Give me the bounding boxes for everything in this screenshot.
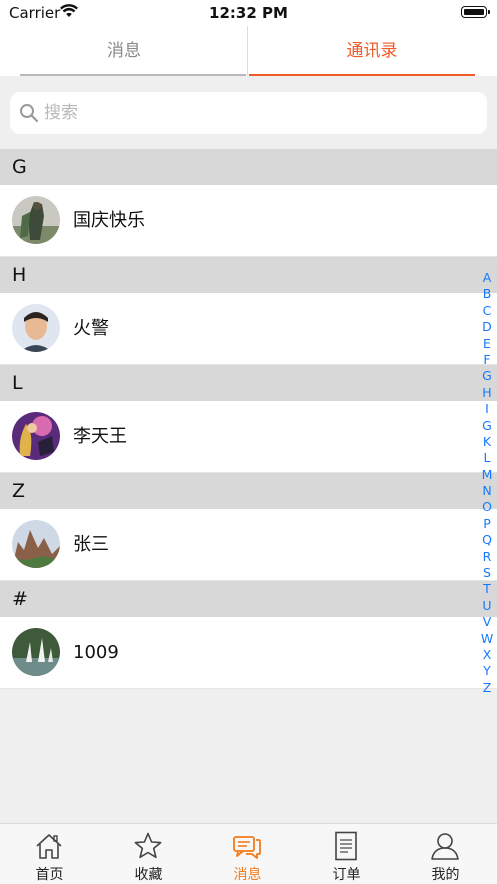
index-letter[interactable]: H	[477, 385, 497, 401]
tab-contacts-underline	[249, 74, 475, 76]
section-letter: #	[12, 588, 28, 610]
section-letter: G	[12, 156, 27, 178]
index-letter[interactable]: N	[477, 483, 497, 499]
battery-icon	[461, 6, 490, 18]
index-letter[interactable]: C	[477, 303, 497, 319]
tab-contacts[interactable]: 通讯录	[248, 26, 496, 76]
index-letter[interactable]: W	[477, 631, 497, 647]
index-letter[interactable]: L	[477, 450, 497, 466]
index-letter[interactable]: G	[477, 418, 497, 434]
section-header-h: H	[0, 257, 497, 293]
tab-messages[interactable]: 消息	[0, 26, 248, 76]
contact-name: 李天王	[73, 426, 127, 447]
index-letter[interactable]: M	[477, 467, 497, 483]
section-header-z: Z	[0, 473, 497, 509]
section-letter: H	[12, 264, 27, 286]
home-icon	[36, 834, 62, 859]
section-letter: Z	[12, 480, 26, 502]
chat-icon	[233, 836, 261, 859]
index-letter[interactable]: P	[477, 516, 497, 532]
search-input[interactable]: 搜索	[10, 92, 487, 134]
section-letter: L	[12, 372, 23, 394]
clock: 12:32 PM	[209, 4, 288, 22]
index-letter[interactable]: X	[477, 647, 497, 663]
search-icon	[20, 104, 39, 123]
index-letter[interactable]: T	[477, 581, 497, 597]
alphabet-index[interactable]: A B C D E F G H I G K L M N O P Q R S T …	[477, 270, 497, 696]
contact-row[interactable]: 1009	[0, 617, 497, 689]
top-tabs: 消息 通讯录	[0, 26, 497, 76]
avatar	[12, 196, 60, 244]
index-letter[interactable]: B	[477, 286, 497, 302]
contact-name: 1009	[73, 642, 119, 663]
index-letter[interactable]: F	[477, 352, 497, 368]
star-icon	[134, 832, 162, 859]
search-placeholder: 搜索	[44, 103, 78, 123]
index-letter[interactable]: D	[477, 319, 497, 335]
person-icon	[431, 833, 459, 860]
index-letter[interactable]: E	[477, 336, 497, 352]
tab-home[interactable]: 首页	[0, 824, 99, 884]
tab-label: 消息	[233, 867, 262, 883]
contact-row[interactable]: 火警	[0, 293, 497, 365]
index-letter[interactable]: K	[477, 434, 497, 450]
index-letter[interactable]: R	[477, 549, 497, 565]
contact-row[interactable]: 李天王	[0, 401, 497, 473]
index-letter[interactable]: Q	[477, 532, 497, 548]
tab-label: 收藏	[134, 867, 163, 883]
avatar	[12, 304, 60, 352]
tab-label: 首页	[35, 867, 64, 883]
index-letter[interactable]: G	[477, 368, 497, 384]
tab-profile[interactable]: 我的	[396, 824, 495, 884]
section-header-l: L	[0, 365, 497, 401]
tab-orders[interactable]: 订单	[297, 824, 396, 884]
index-letter[interactable]: S	[477, 565, 497, 581]
index-letter[interactable]: V	[477, 614, 497, 630]
index-letter[interactable]: Z	[477, 680, 497, 696]
document-icon	[335, 831, 357, 861]
section-header-hash: #	[0, 581, 497, 617]
tab-messages-bottom[interactable]: 消息	[198, 824, 297, 884]
avatar	[12, 628, 60, 676]
tab-label: 我的	[431, 867, 460, 883]
avatar	[12, 520, 60, 568]
index-letter[interactable]: U	[477, 598, 497, 614]
avatar	[12, 412, 60, 460]
tab-messages-underline	[20, 74, 246, 76]
status-bar: Carrier 12:32 PM	[0, 0, 497, 26]
bottom-tab-bar: 首页 收藏 消息 订单 我的	[0, 823, 497, 884]
index-letter[interactable]: Y	[477, 663, 497, 679]
contact-name: 张三	[73, 534, 109, 555]
index-letter[interactable]: A	[477, 270, 497, 286]
tab-favorites[interactable]: 收藏	[99, 824, 198, 884]
contact-row[interactable]: 国庆快乐	[0, 185, 497, 257]
section-header-g: G	[0, 149, 497, 185]
tab-label: 订单	[332, 867, 361, 883]
index-letter[interactable]: O	[477, 499, 497, 515]
contact-name: 国庆快乐	[73, 210, 145, 231]
index-letter[interactable]: I	[477, 401, 497, 417]
contact-row[interactable]: 张三	[0, 509, 497, 581]
contact-name: 火警	[73, 318, 109, 339]
